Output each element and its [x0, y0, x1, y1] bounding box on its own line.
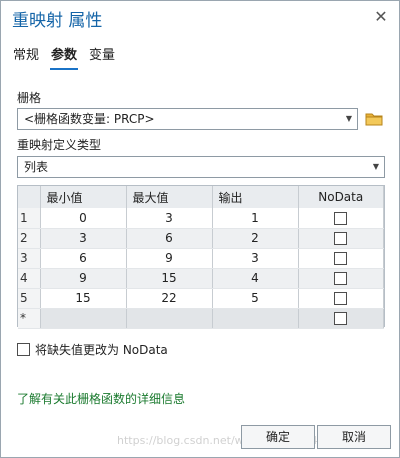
row-number[interactable]: 2 — [18, 228, 41, 249]
cell-output[interactable]: 4 — [212, 268, 299, 289]
cell-max[interactable]: 9 — [126, 248, 213, 269]
cell-max[interactable]: 3 — [126, 208, 213, 229]
row-number[interactable]: 5 — [18, 288, 41, 309]
table-header-row: 最小值 最大值 输出 NoData — [18, 186, 384, 208]
row-number[interactable]: 4 — [18, 268, 41, 289]
new-row-marker[interactable]: * — [18, 308, 41, 329]
nodata-checkbox[interactable] — [334, 252, 348, 265]
header-output[interactable]: 输出 — [212, 186, 299, 208]
table-new-row: * — [18, 308, 384, 329]
missing-to-nodata-label[interactable]: 将缺失值更改为 NoData — [35, 341, 168, 358]
cell-max[interactable]: 6 — [126, 228, 213, 249]
ok-button[interactable]: 确定 — [241, 425, 315, 449]
close-icon[interactable]: ✕ — [371, 7, 391, 27]
cell-max[interactable] — [126, 308, 213, 329]
tab-parameters[interactable]: 参数 — [50, 44, 79, 70]
table-row: 4 9 15 4 — [18, 268, 384, 289]
cell-min[interactable]: 0 — [40, 208, 127, 229]
nodata-checkbox[interactable] — [334, 292, 348, 305]
cell-min[interactable]: 15 — [40, 288, 127, 309]
cell-min[interactable]: 6 — [40, 248, 127, 269]
cell-nodata — [298, 288, 384, 309]
raster-select[interactable]: <栅格函数变量: PRCP> ▼ — [17, 108, 358, 130]
cell-nodata — [298, 228, 384, 249]
raster-label: 栅格 — [17, 91, 42, 105]
cell-min[interactable] — [40, 308, 127, 329]
remap-table: 最小值 最大值 输出 NoData 1 0 3 1 2 3 6 2 3 6 9 … — [17, 185, 385, 329]
cell-output[interactable]: 3 — [212, 248, 299, 269]
tab-variables[interactable]: 变量 — [88, 44, 116, 66]
remap-type-label: 重映射定义类型 — [17, 138, 102, 152]
nodata-checkbox[interactable] — [334, 211, 348, 225]
table-row: 5 15 22 5 — [18, 288, 384, 309]
cell-min[interactable]: 3 — [40, 228, 127, 249]
nodata-checkbox[interactable] — [334, 272, 348, 285]
dialog-window: 重映射 属性 ✕ 常规 参数 变量 栅格 <栅格函数变量: PRCP> ▼ 重映… — [0, 0, 400, 458]
cell-nodata — [298, 248, 384, 269]
cell-output[interactable]: 5 — [212, 288, 299, 309]
cell-nodata — [298, 208, 384, 229]
missing-to-nodata-option: 将缺失值更改为 NoData — [17, 341, 168, 358]
header-min[interactable]: 最小值 — [40, 186, 127, 208]
dialog-title: 重映射 属性 — [12, 11, 103, 31]
row-number[interactable]: 3 — [18, 248, 41, 269]
cell-output[interactable] — [212, 308, 299, 329]
cell-min[interactable]: 9 — [40, 268, 127, 289]
remap-type-value: 列表 — [24, 160, 49, 174]
nodata-checkbox[interactable] — [334, 232, 348, 245]
cell-max[interactable]: 22 — [126, 288, 213, 309]
chevron-down-icon: ▼ — [345, 114, 352, 123]
tab-bar: 常规 参数 变量 — [12, 44, 116, 70]
raster-select-value: <栅格函数变量: PRCP> — [24, 112, 155, 126]
header-nodata[interactable]: NoData — [298, 186, 384, 208]
cell-output[interactable]: 2 — [212, 228, 299, 249]
row-number[interactable]: 1 — [18, 208, 41, 229]
cell-output[interactable]: 1 — [212, 208, 299, 229]
missing-to-nodata-checkbox[interactable] — [17, 343, 30, 356]
remap-type-select[interactable]: 列表 ▼ — [17, 156, 385, 178]
tab-general[interactable]: 常规 — [12, 44, 40, 66]
title-bar: 重映射 属性 ✕ — [1, 1, 399, 35]
table-row: 3 6 9 3 — [18, 248, 384, 269]
corner-header — [18, 186, 41, 208]
table-row: 2 3 6 2 — [18, 228, 384, 249]
nodata-checkbox[interactable] — [334, 312, 348, 325]
cell-nodata — [298, 268, 384, 289]
cancel-button[interactable]: 取消 — [317, 425, 391, 449]
folder-icon[interactable] — [365, 111, 383, 127]
help-link[interactable]: 了解有关此栅格函数的详细信息 — [17, 390, 185, 407]
header-max[interactable]: 最大值 — [126, 186, 213, 208]
table-row: 1 0 3 1 — [18, 208, 384, 229]
cell-max[interactable]: 15 — [126, 268, 213, 289]
chevron-down-icon: ▼ — [372, 162, 379, 171]
cell-nodata — [298, 308, 384, 329]
